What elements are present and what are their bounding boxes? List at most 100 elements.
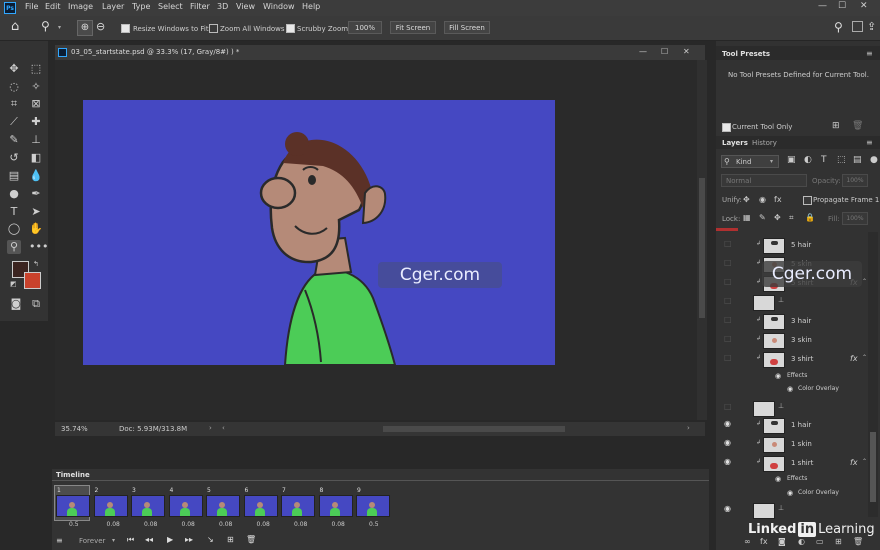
filter-type-icon[interactable]: T xyxy=(821,155,827,165)
fill-screen-button[interactable]: Fill Screen xyxy=(444,21,490,34)
chevron-up-icon[interactable]: ⌃ xyxy=(862,458,867,465)
effects-visibility-icon[interactable]: ◉ xyxy=(775,372,781,380)
prev-frame-icon[interactable]: ◂◂ xyxy=(145,535,153,544)
fill-field[interactable]: 100% xyxy=(842,212,868,225)
visibility-toggle[interactable]: □ xyxy=(724,353,732,362)
layer-row[interactable]: □ ↲ 5 hair xyxy=(718,236,880,256)
visibility-toggle[interactable]: □ xyxy=(724,402,732,411)
marquee-tool-icon[interactable]: ⬚ xyxy=(29,62,43,76)
propagate-frame-checkbox[interactable] xyxy=(803,196,812,205)
layer-row[interactable]: ◉ ↲ 1 hair xyxy=(718,416,880,436)
adjustment-layer-icon[interactable]: ◐ xyxy=(798,537,805,546)
layer-row[interactable]: □ ↲ 3 hair xyxy=(718,312,880,332)
kind-filter-select[interactable]: ⚲ Kind ▾ xyxy=(721,155,779,168)
eyedropper-icon[interactable]: ⟋ xyxy=(7,115,21,129)
frame-delay[interactable]: 0.08 xyxy=(107,521,120,528)
layer-row[interactable]: ◉ ⊥ xyxy=(718,501,880,521)
type-tool-icon[interactable]: T xyxy=(7,205,21,219)
new-layer-icon[interactable]: ⊞ xyxy=(835,537,842,546)
zoom-out-icon[interactable]: ⊖ xyxy=(96,20,105,33)
photoshop-logo-icon[interactable]: Ps xyxy=(4,2,16,14)
frame-delay[interactable]: 0.5 xyxy=(69,521,79,528)
move-tool-icon[interactable]: ✥ xyxy=(7,62,21,76)
opacity-field[interactable]: 100% xyxy=(842,174,868,187)
tool-presets-tab[interactable]: Tool Presets xyxy=(722,50,770,58)
menu-view[interactable]: View xyxy=(236,2,255,11)
zoom-readout[interactable]: 35.74% xyxy=(61,425,88,433)
timeline-frame[interactable]: 1 0.5 xyxy=(54,485,90,528)
menu-layer[interactable]: Layer xyxy=(102,2,124,11)
visibility-toggle[interactable]: □ xyxy=(724,334,732,343)
first-frame-icon[interactable]: ⏮ xyxy=(127,535,134,545)
vertical-scrollbar[interactable] xyxy=(697,60,707,420)
zoom-tool-icon[interactable]: ⚲ xyxy=(41,19,50,33)
visibility-toggle[interactable]: □ xyxy=(724,258,732,267)
close-icon[interactable]: ✕ xyxy=(860,1,868,11)
doc-close-icon[interactable]: ✕ xyxy=(683,47,690,56)
layer-mask-icon[interactable]: ◙ xyxy=(778,537,786,546)
status-menu-icon[interactable]: › xyxy=(209,424,212,432)
workspace-icon[interactable] xyxy=(852,21,863,32)
loop-select[interactable]: Forever xyxy=(79,537,105,545)
timeline-options-icon[interactable]: ≡ xyxy=(56,536,63,545)
menu-help[interactable]: Help xyxy=(302,2,320,11)
swap-colors-icon[interactable]: ↰ xyxy=(33,260,39,268)
visibility-toggle[interactable]: □ xyxy=(724,239,732,248)
delete-layer-icon[interactable]: 🗑 xyxy=(853,537,863,546)
zoom-value-field[interactable]: 100% xyxy=(348,21,382,34)
layers-scrollbar[interactable] xyxy=(868,232,878,517)
frame-delay[interactable]: 0.08 xyxy=(294,521,307,528)
timeline-frame[interactable]: 8 0.08 xyxy=(318,486,353,528)
menu-type[interactable]: Type xyxy=(132,2,150,11)
layer-style-icon[interactable]: fx xyxy=(760,537,768,546)
visibility-toggle[interactable]: □ xyxy=(724,277,732,286)
layer-row[interactable]: □ ↲ 3 skin xyxy=(718,331,880,351)
tool-presets-menu-icon[interactable]: ≡ xyxy=(866,49,873,58)
eye-icon[interactable]: ◉ xyxy=(724,438,731,447)
visibility-toggle[interactable]: □ xyxy=(724,296,732,305)
timeline-frame[interactable]: 2 0.08 xyxy=(93,486,128,528)
zoom-in-icon[interactable]: ⊕ xyxy=(77,20,93,36)
scroll-right-icon[interactable]: › xyxy=(687,424,690,432)
layers-tab[interactable]: Layers xyxy=(722,139,748,147)
new-preset-icon[interactable]: ⊞ xyxy=(832,121,840,131)
next-frame-icon[interactable]: ▸▸ xyxy=(185,535,193,544)
play-icon[interactable]: ▶ xyxy=(167,535,173,544)
new-group-icon[interactable]: ▭ xyxy=(816,537,824,546)
artwork-canvas[interactable] xyxy=(83,100,555,365)
layer-row[interactable]: □ ⊥ xyxy=(718,293,880,313)
default-colors-icon[interactable]: ◩ xyxy=(10,280,17,288)
document-tab[interactable]: 03_05_startstate.psd @ 33.3% (17, Gray/8… xyxy=(55,45,705,60)
filter-pixel-icon[interactable]: ▣ xyxy=(787,155,796,165)
resize-windows-checkbox[interactable] xyxy=(121,24,130,33)
layers-menu-icon[interactable]: ≡ xyxy=(866,138,873,147)
timeline-frame[interactable]: 4 0.08 xyxy=(168,486,203,528)
crop-tool-icon[interactable]: ⌗ xyxy=(7,97,21,111)
screen-mode-icon[interactable]: ⧉ xyxy=(29,297,43,311)
lock-position-icon[interactable]: ✥ xyxy=(774,213,781,222)
menu-image[interactable]: Image xyxy=(68,2,93,11)
filter-shape-icon[interactable]: ⬚ xyxy=(837,155,846,165)
horizontal-scroll-thumb[interactable] xyxy=(383,426,565,432)
chevron-up-icon[interactable]: ⌃ xyxy=(862,278,867,285)
menu-window[interactable]: Window xyxy=(263,2,295,11)
filter-toggle-icon[interactable]: ● xyxy=(870,155,878,165)
filter-smart-object-icon[interactable]: ▤ xyxy=(853,155,862,165)
history-brush-icon[interactable]: ↺ xyxy=(7,151,21,165)
history-tab[interactable]: History xyxy=(752,139,777,147)
menu-file[interactable]: File xyxy=(25,2,38,11)
scroll-left-icon[interactable]: ‹ xyxy=(222,424,225,432)
timeline-frame[interactable]: 3 0.08 xyxy=(130,486,165,528)
color-overlay-visibility-icon[interactable]: ◉ xyxy=(787,385,793,393)
visibility-toggle[interactable]: □ xyxy=(724,315,732,324)
layer-fx-icon[interactable]: fx xyxy=(850,458,858,467)
delete-frame-icon[interactable]: 🗑 xyxy=(246,535,256,544)
eye-icon[interactable]: ◉ xyxy=(724,419,731,428)
timeline-frame[interactable]: 7 0.08 xyxy=(280,486,315,528)
delete-preset-icon[interactable]: 🗑 xyxy=(852,121,863,131)
menu-edit[interactable]: Edit xyxy=(45,2,61,11)
timeline-frame[interactable]: 6 0.08 xyxy=(243,486,278,528)
background-color-swatch[interactable] xyxy=(24,272,41,289)
unify-position-icon[interactable]: ✥ xyxy=(743,195,750,204)
frame-delay[interactable]: 0.08 xyxy=(182,521,195,528)
